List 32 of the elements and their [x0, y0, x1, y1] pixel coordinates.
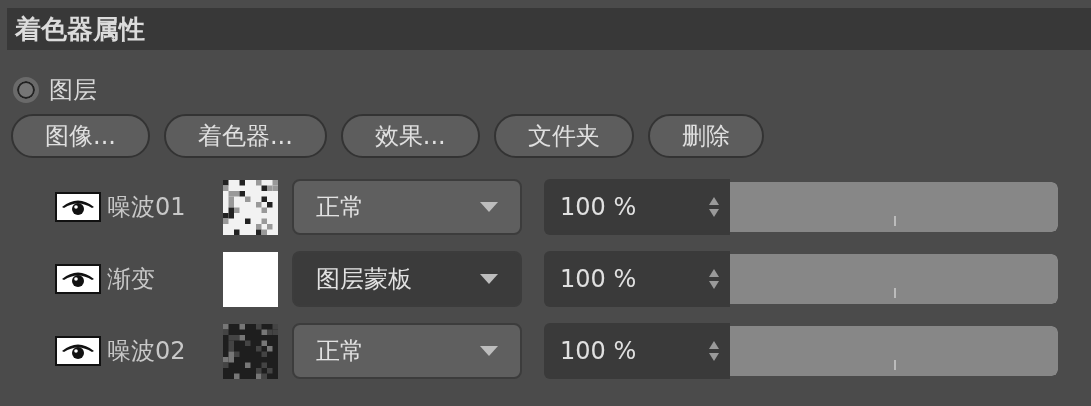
- spinner-arrows-icon[interactable]: [708, 196, 720, 218]
- opacity-field[interactable]: 100 %: [544, 251, 730, 307]
- eye-icon[interactable]: [55, 264, 101, 294]
- noise-thumbnail: [223, 179, 278, 235]
- eye-icon[interactable]: [55, 336, 101, 366]
- action-button[interactable]: 文件夹: [493, 114, 634, 158]
- opacity-field[interactable]: 100 %: [544, 323, 730, 379]
- action-button[interactable]: 着色器...: [163, 114, 327, 158]
- opacity-slider[interactable]: [730, 254, 1058, 304]
- blend-mode-dropdown[interactable]: 正常: [292, 179, 522, 235]
- caret-icon: [480, 202, 498, 212]
- radio-button[interactable]: [13, 77, 39, 103]
- action-button[interactable]: 删除: [647, 114, 764, 158]
- action-button[interactable]: 图像...: [11, 114, 150, 158]
- layer-name: 噪波02: [107, 336, 187, 367]
- spinner-arrows-icon[interactable]: [708, 340, 720, 362]
- layer-name: 噪波01: [107, 192, 187, 223]
- caret-icon: [480, 274, 498, 284]
- opacity-slider[interactable]: [730, 326, 1058, 376]
- gradient-thumbnail: [223, 251, 278, 307]
- caret-icon: [480, 346, 498, 356]
- blend-mode-dropdown[interactable]: 正常: [292, 323, 522, 379]
- blend-mode-dropdown[interactable]: 图层蒙板: [292, 251, 522, 307]
- noise-thumbnail: [223, 323, 278, 379]
- panel-title: 着色器属性: [7, 8, 1091, 50]
- action-button[interactable]: 效果...: [340, 114, 480, 158]
- opacity-slider[interactable]: [730, 182, 1058, 232]
- layer-name: 渐变: [107, 264, 156, 295]
- opacity-field[interactable]: 100 %: [544, 179, 730, 235]
- radio-label: 图层: [49, 75, 97, 106]
- spinner-arrows-icon[interactable]: [708, 268, 720, 290]
- eye-icon[interactable]: [55, 192, 101, 222]
